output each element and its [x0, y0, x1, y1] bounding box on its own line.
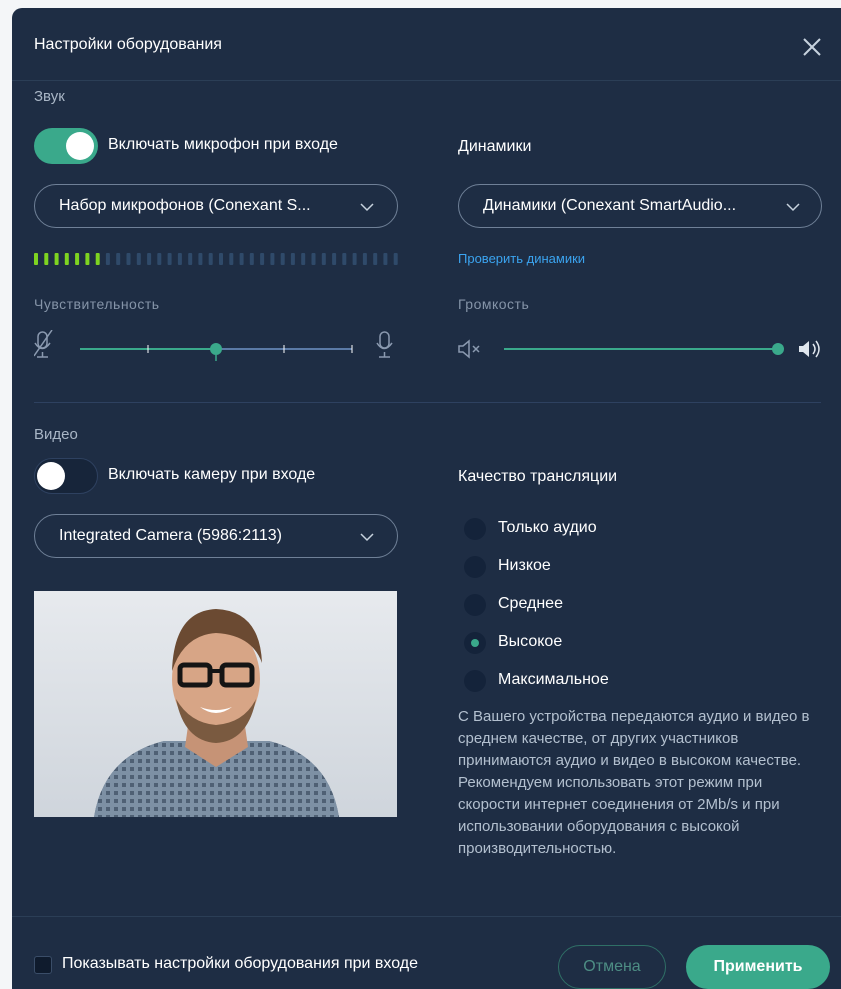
meter-segment	[229, 253, 234, 265]
dialog-footer: Показывать настройки оборудования при вх…	[12, 916, 841, 989]
radio-button[interactable]	[464, 594, 486, 616]
dialog-title: Настройки оборудования	[34, 36, 222, 53]
meter-segment	[342, 253, 347, 265]
meter-segment	[239, 253, 244, 265]
meter-segment	[373, 253, 378, 265]
quality-description: С Вашего устройства передаются аудио и в…	[458, 708, 810, 857]
meter-segment	[290, 253, 295, 265]
meter-segment	[332, 253, 337, 265]
sensitivity-label: Чувствительность	[34, 296, 160, 312]
meter-segment	[34, 253, 38, 265]
mic-muted-icon	[34, 330, 53, 358]
meter-segment	[105, 253, 110, 265]
mic-icon	[376, 331, 393, 358]
meter-segment	[393, 253, 398, 265]
radio-button[interactable]	[464, 518, 486, 540]
speaker-loud-icon	[799, 340, 820, 358]
radio-label: Среднее	[498, 595, 563, 612]
video-section-label: Видео	[34, 426, 78, 443]
audio-section-label: Звук	[34, 88, 65, 105]
meter-segment	[280, 253, 285, 265]
meter-segment	[321, 253, 326, 265]
meter-segment	[362, 253, 367, 265]
volume-label: Громкость	[458, 296, 530, 312]
meter-segment	[167, 253, 172, 265]
meter-segment	[126, 253, 131, 265]
meter-segment	[157, 253, 162, 265]
meter-segment	[75, 253, 80, 265]
radio-label: Только аудио	[498, 519, 597, 536]
volume-slider-group	[458, 339, 820, 359]
microphone-select[interactable]: Набор микрофонов (Conexant S...	[34, 184, 398, 228]
camera-select[interactable]: Integrated Camera (5986:2113)	[34, 514, 398, 558]
cancel-button[interactable]: Отмена	[558, 945, 666, 989]
show-on-entry-label: Показывать настройки оборудования при вх…	[62, 955, 418, 972]
camera-on-entry-label: Включать камеру при входе	[108, 466, 316, 483]
test-speakers-link[interactable]: Проверить динамики	[458, 251, 585, 266]
meter-segment	[270, 253, 275, 265]
meter-segment	[116, 253, 121, 265]
sensitivity-slider-group	[34, 330, 393, 361]
microphone-select-value: Набор микрофонов (Conexant S...	[59, 197, 311, 214]
meter-segment	[95, 253, 100, 265]
meter-segment	[383, 253, 388, 265]
volume-slider[interactable]	[504, 343, 784, 355]
speakers-label: Динамики	[458, 138, 532, 155]
meter-segment	[64, 253, 69, 265]
radio-button[interactable]	[464, 670, 486, 692]
radio-button[interactable]	[464, 556, 486, 578]
meter-segment	[219, 253, 223, 265]
camera-on-entry-toggle[interactable]	[34, 458, 98, 494]
meter-segment	[208, 253, 213, 265]
toggle-knob	[37, 462, 65, 490]
meter-segment	[352, 253, 357, 265]
mic-level-meter	[34, 253, 398, 265]
meter-segment	[44, 253, 49, 265]
chevron-down-icon	[786, 203, 800, 212]
meter-segment	[249, 253, 254, 265]
meter-segment	[147, 253, 152, 265]
dialog-header: Настройки оборудования	[12, 8, 841, 81]
speaker-select[interactable]: Динамики (Conexant SmartAudio...	[458, 184, 822, 228]
meter-segment	[301, 253, 306, 265]
show-on-entry-checkbox[interactable]	[34, 956, 52, 974]
mic-on-entry-label: Включать микрофон при входе	[108, 136, 338, 153]
speaker-muted-icon	[458, 339, 480, 359]
camera-preview-image	[94, 609, 339, 817]
quality-label: Качество трансляции	[458, 468, 618, 485]
meter-segment	[198, 253, 203, 265]
meter-segment	[260, 253, 265, 265]
meter-segment	[311, 253, 316, 265]
chevron-down-icon	[360, 533, 374, 542]
close-icon[interactable]	[801, 36, 823, 58]
meter-segment	[54, 253, 59, 265]
toggle-knob	[66, 132, 94, 160]
radio-label: Максимальное	[498, 671, 609, 688]
radio-button[interactable]	[464, 632, 486, 654]
speaker-select-value: Динамики (Conexant SmartAudio...	[483, 197, 737, 214]
camera-select-value: Integrated Camera (5986:2113)	[59, 527, 282, 544]
section-divider	[34, 402, 821, 403]
apply-button[interactable]: Применить	[686, 945, 830, 989]
camera-preview	[34, 591, 397, 817]
meter-segment	[177, 253, 182, 265]
meter-segment	[136, 253, 141, 265]
radio-label: Высокое	[498, 633, 563, 650]
hardware-settings-dialog: Настройки оборудования Звук Включать мик…	[12, 8, 841, 989]
meter-segment	[85, 253, 90, 265]
meter-segment	[188, 253, 193, 265]
mic-on-entry-toggle[interactable]	[34, 128, 98, 164]
radio-label: Низкое	[498, 557, 551, 574]
chevron-down-icon	[360, 203, 374, 212]
sensitivity-slider[interactable]	[80, 343, 353, 361]
